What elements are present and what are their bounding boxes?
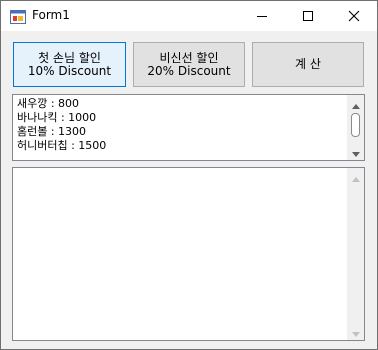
textbox-scrollbar[interactable] [347,168,364,340]
maximize-button[interactable] [285,1,331,31]
calculate-button[interactable]: 계 산 [252,42,364,87]
title-bar[interactable]: Form1 [1,1,377,31]
button-label-line1: 비신선 할인 [159,50,219,65]
first-customer-discount-button[interactable]: 첫 손님 할인 10% Discount [13,42,126,87]
form-window: Form1 첫 손님 할인 10% Discount 비신선 할인 20% Di… [0,0,378,350]
minimize-icon [256,7,268,26]
maximize-icon [302,7,314,26]
form-app-icon [10,9,26,24]
menu-listbox[interactable]: 새우깡 : 800 바나나킥 : 1000 홈런볼 : 1300 허니버터칩 :… [12,94,365,161]
scroll-down-button[interactable] [347,323,364,340]
scroll-down-arrow-icon [351,322,360,341]
list-item[interactable]: 바나나킥 : 1000 [17,111,96,125]
output-textbox[interactable] [12,167,365,341]
listbox-scrollbar[interactable] [347,95,364,160]
list-item[interactable]: 허니버터칩 : 1500 [17,139,106,153]
close-button[interactable] [331,1,377,31]
scroll-up-button[interactable] [347,95,364,112]
window-title: Form1 [32,8,70,22]
scroll-up-arrow-icon [351,94,360,113]
list-item[interactable]: 새우깡 : 800 [17,97,79,111]
close-icon [348,7,360,26]
scroll-up-button[interactable] [347,168,364,185]
non-fresh-discount-button[interactable]: 비신선 할인 20% Discount [133,42,245,87]
scrollbar-thumb[interactable] [351,113,360,137]
button-label-line1: 첫 손님 할인 [38,50,101,65]
scroll-down-button[interactable] [347,143,364,160]
list-item[interactable]: 홈런볼 : 1300 [17,125,86,139]
scroll-up-arrow-icon [351,167,360,186]
button-label-line2: 10% Discount [27,63,112,78]
scroll-down-arrow-icon [351,142,360,161]
button-label: 계 산 [295,57,321,71]
button-label-line2: 20% Discount [147,63,231,78]
minimize-button[interactable] [239,1,285,31]
